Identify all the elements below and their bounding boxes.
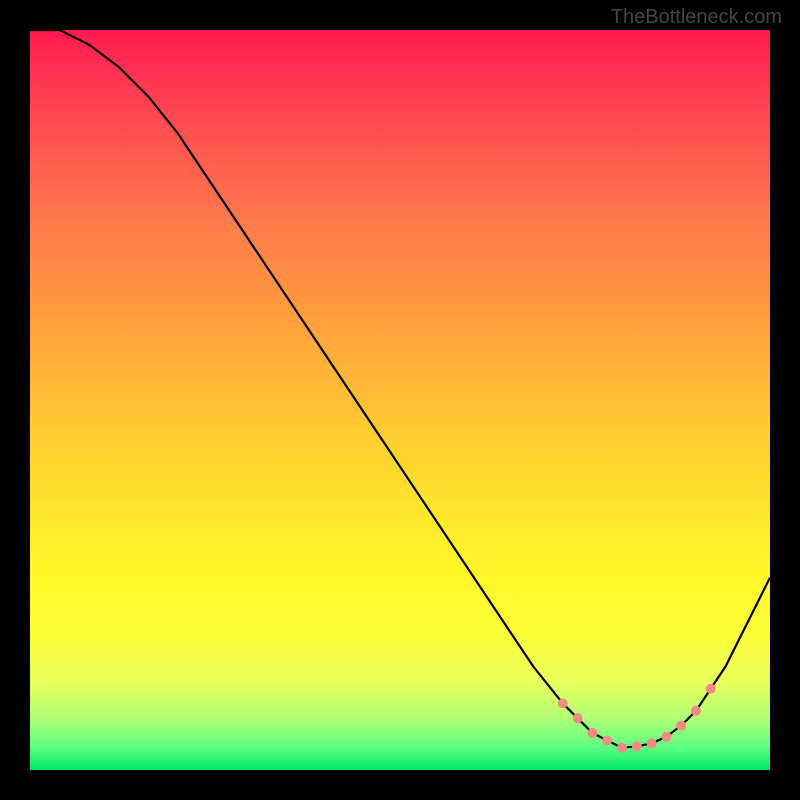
marker-dot <box>602 735 612 745</box>
curve-line <box>30 30 770 748</box>
marker-dot <box>632 741 642 751</box>
marker-dot <box>573 713 583 723</box>
marker-dot <box>617 743 627 753</box>
marker-dot <box>558 698 568 708</box>
chart-svg <box>30 30 770 770</box>
plot-area <box>30 30 770 770</box>
watermark-text: TheBottleneck.com <box>611 6 782 29</box>
marker-dots <box>558 684 716 753</box>
marker-dot <box>691 706 701 716</box>
marker-dot <box>647 738 657 748</box>
marker-dot <box>676 721 686 731</box>
marker-dot <box>706 684 716 694</box>
marker-dot <box>661 732 671 742</box>
marker-dot <box>587 728 597 738</box>
